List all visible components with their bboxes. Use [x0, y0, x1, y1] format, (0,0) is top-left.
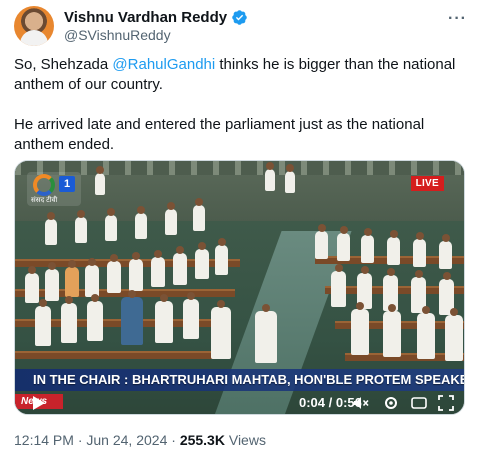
tweet-paragraph-1: So, Shehzada @RahulGandhi thinks he is b…: [14, 55, 469, 95]
channel-number: 1: [59, 176, 75, 192]
channel-logo: 1 संसद टीवी: [27, 172, 81, 206]
tweet-card: Vishnu Vardhan Reddy @SVishnuReddy ··· S…: [0, 0, 489, 460]
mention-link[interactable]: @RahulGandhi: [112, 56, 215, 73]
video-player[interactable]: 1 संसद टीवी LIVE IN THE CHAIR : BHARTRUH…: [14, 160, 465, 415]
author-display-name[interactable]: Vishnu Vardhan Reddy: [64, 9, 227, 26]
verified-badge-icon: [232, 9, 247, 25]
live-badge: LIVE: [410, 176, 444, 191]
tweet-time[interactable]: 12:14 PM: [14, 432, 74, 448]
more-icon[interactable]: ···: [448, 10, 467, 28]
channel-name: संसद टीवी: [31, 197, 58, 204]
tweet-date[interactable]: Jun 24, 2024: [86, 432, 167, 448]
volume-icon[interactable]: [353, 395, 369, 411]
tweet-text-prefix: So, Shehzada: [14, 56, 113, 73]
meta-separator: ·: [77, 432, 83, 448]
tweet-meta: 12:14 PM · Jun 24, 2024 · 255.3K Views: [14, 432, 266, 448]
views-count: 255.3K: [179, 432, 225, 448]
fullscreen-icon[interactable]: [438, 395, 454, 411]
tweet-text: So, Shehzada @RahulGandhi thinks he is b…: [14, 55, 469, 175]
news-ticker: IN THE CHAIR : BHARTRUHARI MAHTAB, HON'B…: [15, 369, 464, 391]
meta-separator-2: ·: [171, 432, 176, 448]
settings-icon[interactable]: [383, 395, 399, 411]
author-row: Vishnu Vardhan Reddy: [64, 8, 248, 26]
tweet-paragraph-2: He arrived late and entered the parliame…: [14, 116, 425, 153]
views-label: Views: [228, 432, 266, 448]
video-controls: 0:04 / 0:56: [15, 391, 464, 414]
caption-icon[interactable]: [411, 395, 427, 411]
avatar[interactable]: [14, 6, 54, 46]
play-icon[interactable]: [33, 396, 45, 410]
author-handle[interactable]: @SVishnuReddy: [64, 27, 171, 43]
